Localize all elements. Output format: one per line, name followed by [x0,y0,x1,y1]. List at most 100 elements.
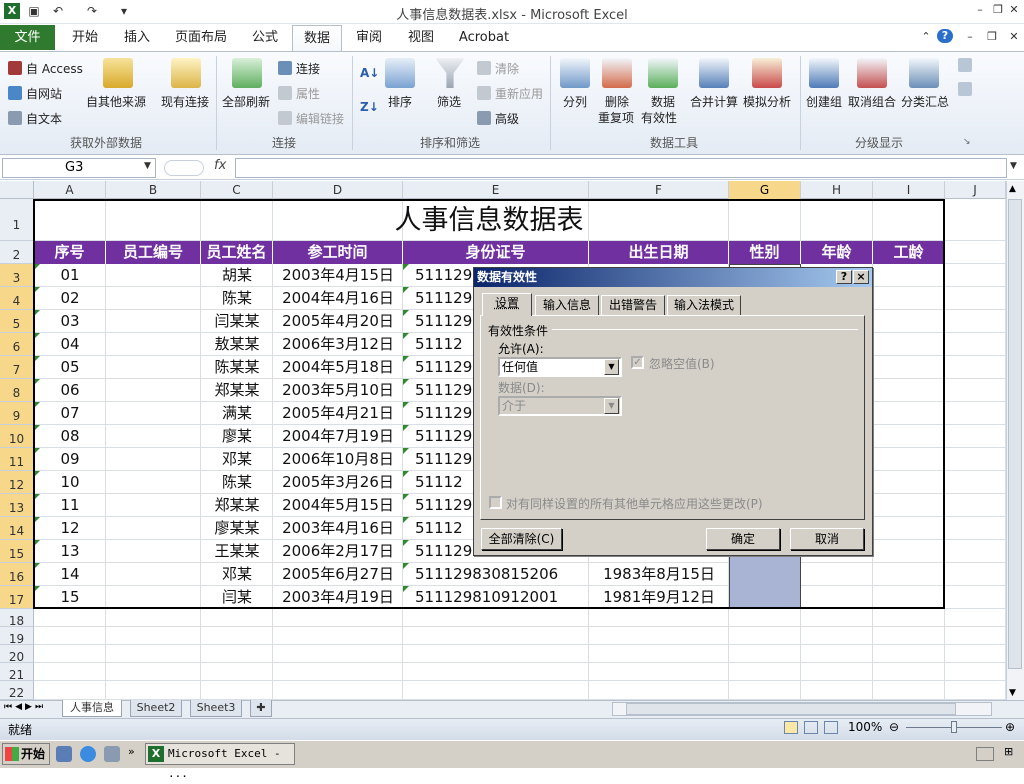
table-cell[interactable]: 511129810912001 [403,586,589,609]
row-header[interactable]: 21 [0,663,34,682]
table-cell[interactable]: 511129830815206 [403,563,589,586]
tab-page-layout[interactable]: 页面布局 [168,25,234,50]
tab-view[interactable]: 视图 [398,25,444,50]
sheet-tab-sheet2[interactable]: Sheet2 [130,700,182,717]
ignore-blank-checkbox[interactable]: ✓ [631,356,644,369]
insert-sheet-icon[interactable]: ✚ [250,700,272,717]
reapply-button[interactable]: 重新应用 [495,85,543,102]
table-cell[interactable]: 敖某某 [201,333,273,356]
row-header[interactable]: 16 [0,563,34,586]
zoom-slider-thumb[interactable] [951,721,957,733]
other-sources-button[interactable]: 自其他来源 [86,93,146,110]
row-header[interactable]: 4 [0,287,34,310]
row-header[interactable]: 13 [0,494,34,517]
page-break-view-icon[interactable] [824,721,838,734]
table-cell[interactable]: 廖某 [201,425,273,448]
column-header-h[interactable]: H [801,181,873,199]
help-icon[interactable]: ? [937,29,953,43]
table-cell[interactable]: 胡某 [201,264,273,287]
clear-filter-button[interactable]: 清除 [495,60,519,77]
table-header-cell[interactable]: 工龄 [873,241,945,264]
formula-input[interactable] [235,158,1007,178]
group-button[interactable]: 创建组 [806,93,842,110]
table-cell[interactable]: 08 [34,425,106,448]
table-cell[interactable]: 2005年4月21日 [273,402,403,425]
column-header-d[interactable]: D [273,181,403,199]
from-text-button[interactable]: 自文本 [26,110,62,127]
table-header-cell[interactable]: 年龄 [801,241,873,264]
cancel-button[interactable]: 取消 [790,528,864,550]
connections-button[interactable]: 连接 [296,60,320,77]
vertical-scroll-thumb[interactable] [1008,199,1022,669]
row-header[interactable]: 7 [0,356,34,379]
sheet-nav-arrows-icon[interactable]: ⏮◀▶⏭ [4,702,46,712]
table-cell[interactable]: 郑某某 [201,379,273,402]
tab-file[interactable]: 文件 [0,25,55,50]
column-header-a[interactable]: A [34,181,106,199]
row-header[interactable]: 17 [0,586,34,609]
table-cell[interactable]: 13 [34,540,106,563]
quicklaunch-app-icon-2[interactable] [104,746,120,762]
tab-data[interactable]: 数据 [292,25,342,52]
consolidate-button[interactable]: 合并计算 [690,93,738,110]
table-header-cell[interactable]: 身份证号 [403,241,589,264]
table-cell[interactable]: 01 [34,264,106,287]
table-cell[interactable]: 2005年3月26日 [273,471,403,494]
table-header-cell[interactable]: 员工姓名 [201,241,273,264]
row-header[interactable]: 20 [0,645,34,664]
insert-function-icon[interactable]: fx [214,158,226,173]
table-cell[interactable]: 07 [34,402,106,425]
subtotal-button[interactable]: 分类汇总 [901,93,949,110]
table-cell[interactable] [106,379,201,402]
tab-home[interactable]: 开始 [62,25,108,50]
ie-icon[interactable] [80,746,96,762]
workbook-minimize-icon[interactable]: – [962,30,978,44]
workbook-close-icon[interactable]: ✕ [1006,30,1022,44]
tab-review[interactable]: 审阅 [346,25,392,50]
row-header[interactable]: 12 [0,471,34,494]
expand-formula-bar-icon[interactable]: ▼ [1010,161,1017,171]
from-web-button[interactable]: 自网站 [26,85,62,102]
scroll-up-icon[interactable]: ▲ [1009,184,1016,194]
table-cell[interactable]: 满某 [201,402,273,425]
table-cell[interactable]: 1981年9月12日 [589,586,729,609]
table-cell[interactable]: 06 [34,379,106,402]
formula-bar-handle[interactable] [164,160,204,176]
row-header[interactable]: 1 [0,199,34,241]
table-cell[interactable]: 2005年4月20日 [273,310,403,333]
name-box-dropdown-icon[interactable]: ▼ [144,161,151,171]
keyboard-tray-icon[interactable] [976,747,994,761]
ungroup-button[interactable]: 取消组合 [848,93,896,110]
table-cell[interactable]: 1983年8月15日 [589,563,729,586]
hide-detail-icon[interactable] [958,82,972,96]
remove-duplicates-button[interactable]: 删除 [605,93,629,110]
allow-dropdown-icon[interactable]: ▼ [604,359,619,375]
column-header-b[interactable]: B [106,181,201,199]
table-cell[interactable]: 2004年7月19日 [273,425,403,448]
table-cell[interactable]: 11 [34,494,106,517]
row-header[interactable]: 19 [0,627,34,646]
minimize-ribbon-icon[interactable]: ⌃ [918,30,934,44]
table-cell[interactable] [106,310,201,333]
table-cell[interactable]: 02 [34,287,106,310]
table-cell[interactable] [106,448,201,471]
table-cell[interactable] [106,540,201,563]
dialog-help-button[interactable]: ? [836,270,852,284]
table-header-cell[interactable]: 员工编号 [106,241,201,264]
name-box[interactable]: G3 [2,158,156,178]
zoom-level[interactable]: 100% [848,720,882,734]
table-cell[interactable]: 2006年3月12日 [273,333,403,356]
whatif-button[interactable]: 模拟分析 [743,93,791,110]
tab-insert[interactable]: 插入 [114,25,160,50]
table-cell[interactable]: 2006年10月8日 [273,448,403,471]
edit-links-button[interactable]: 编辑链接 [296,110,344,127]
properties-button[interactable]: 属性 [296,85,320,102]
row-header[interactable]: 11 [0,448,34,471]
quicklaunch-app-icon[interactable] [56,746,72,762]
table-cell[interactable]: 陈某 [201,471,273,494]
apply-all-checkbox[interactable] [489,496,502,509]
row-header[interactable]: 18 [0,609,34,628]
dialog-launcher-icon[interactable]: ↘ [963,137,971,147]
tab-formulas[interactable]: 公式 [242,25,288,50]
row-header[interactable]: 3 [0,264,34,287]
